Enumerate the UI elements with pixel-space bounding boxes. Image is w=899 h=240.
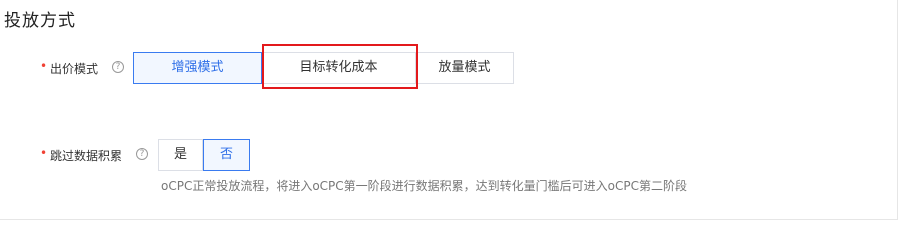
required-mark: • <box>40 59 48 73</box>
skip-accumulation-hint: oCPC正常投放流程，将进入oCPC第一阶段进行数据积累，达到转化量门槛后可进入… <box>161 179 688 193</box>
required-mark: • <box>40 146 48 160</box>
bid-mode-option-enhanced[interactable]: 增强模式 <box>133 52 262 84</box>
settings-panel: 投放方式 • 出价模式 ? 增强模式 目标转化成本 放量模式 • 跳过数据积累 … <box>0 0 898 220</box>
skip-accumulation-label: 跳过数据积累 <box>50 149 123 163</box>
skip-option-no[interactable]: 否 <box>203 139 250 171</box>
section-title: 投放方式 <box>4 11 76 31</box>
bid-mode-option-volume[interactable]: 放量模式 <box>416 52 514 84</box>
bid-mode-option-target-cost[interactable]: 目标转化成本 <box>262 52 416 84</box>
question-circle-icon[interactable]: ? <box>136 148 148 160</box>
skip-option-yes[interactable]: 是 <box>158 139 203 171</box>
bid-mode-label: 出价模式 <box>50 62 99 76</box>
question-circle-icon[interactable]: ? <box>112 61 124 73</box>
